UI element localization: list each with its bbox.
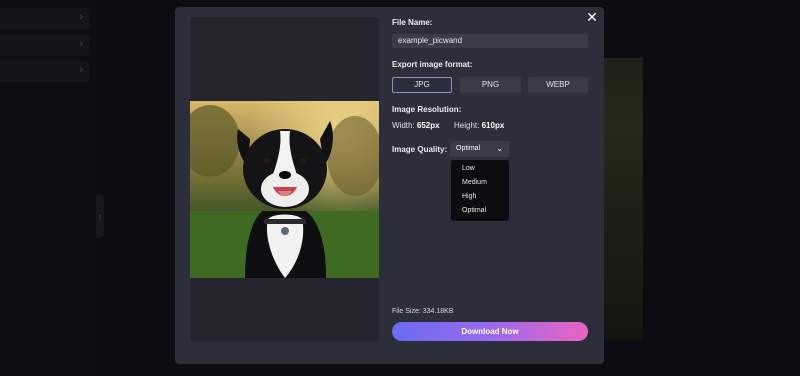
chevron-down-icon: ⌄	[496, 144, 503, 153]
quality-option-optimal[interactable]: Optimal	[462, 207, 486, 214]
quality-option-high[interactable]: High	[462, 193, 476, 200]
height-value: 610px	[481, 121, 505, 130]
background-photo	[600, 58, 643, 340]
file-name-label: File Name:	[392, 18, 433, 27]
quality-selected-value: Optimal	[456, 145, 481, 152]
screen: › › › ‹ ✕ File Name: example_picwand Exp…	[0, 0, 800, 376]
export-dialog: ✕ File Name: example_picwand Export imag…	[175, 7, 604, 364]
chevron-right-icon: ›	[79, 64, 83, 76]
export-format-label: Export image format:	[392, 60, 473, 69]
format-jpg-button[interactable]: JPG	[392, 77, 452, 93]
sidebar-item[interactable]: ›	[0, 61, 90, 82]
dog-photo-image	[190, 101, 379, 278]
chevron-right-icon: ›	[79, 38, 83, 50]
quality-dropdown-menu: Low Medium High Optimal	[451, 160, 509, 221]
quality-select[interactable]: Optimal ⌄	[450, 141, 509, 157]
width-value: 652px	[416, 121, 440, 130]
sidebar-item[interactable]: ›	[0, 8, 90, 29]
width-label: Width:	[392, 121, 415, 130]
sidebar-item[interactable]: ›	[0, 35, 90, 56]
chevron-right-icon: ›	[79, 11, 83, 23]
resolution-label: Image Resolution:	[392, 105, 462, 114]
image-preview-panel	[190, 17, 379, 342]
quality-option-low[interactable]: Low	[462, 165, 475, 172]
sidebar-collapse-button[interactable]: ‹	[96, 194, 104, 238]
width-readout: Width: 652px	[392, 121, 440, 130]
dog-photo-preview	[190, 101, 379, 278]
format-webp-button[interactable]: WEBP	[528, 77, 588, 93]
height-label: Height:	[454, 121, 480, 130]
close-icon[interactable]: ✕	[584, 9, 600, 25]
quality-option-medium[interactable]: Medium	[462, 179, 487, 186]
download-now-button[interactable]: Download Now	[392, 322, 588, 341]
file-size-text: File Size: 334.18KB	[392, 308, 454, 315]
file-name-input[interactable]: example_picwand	[392, 34, 588, 48]
background-sidebar: › › ›	[0, 0, 96, 376]
quality-label: Image Quality:	[392, 145, 448, 154]
height-readout: Height: 610px	[454, 121, 504, 130]
format-png-button[interactable]: PNG	[460, 77, 521, 93]
